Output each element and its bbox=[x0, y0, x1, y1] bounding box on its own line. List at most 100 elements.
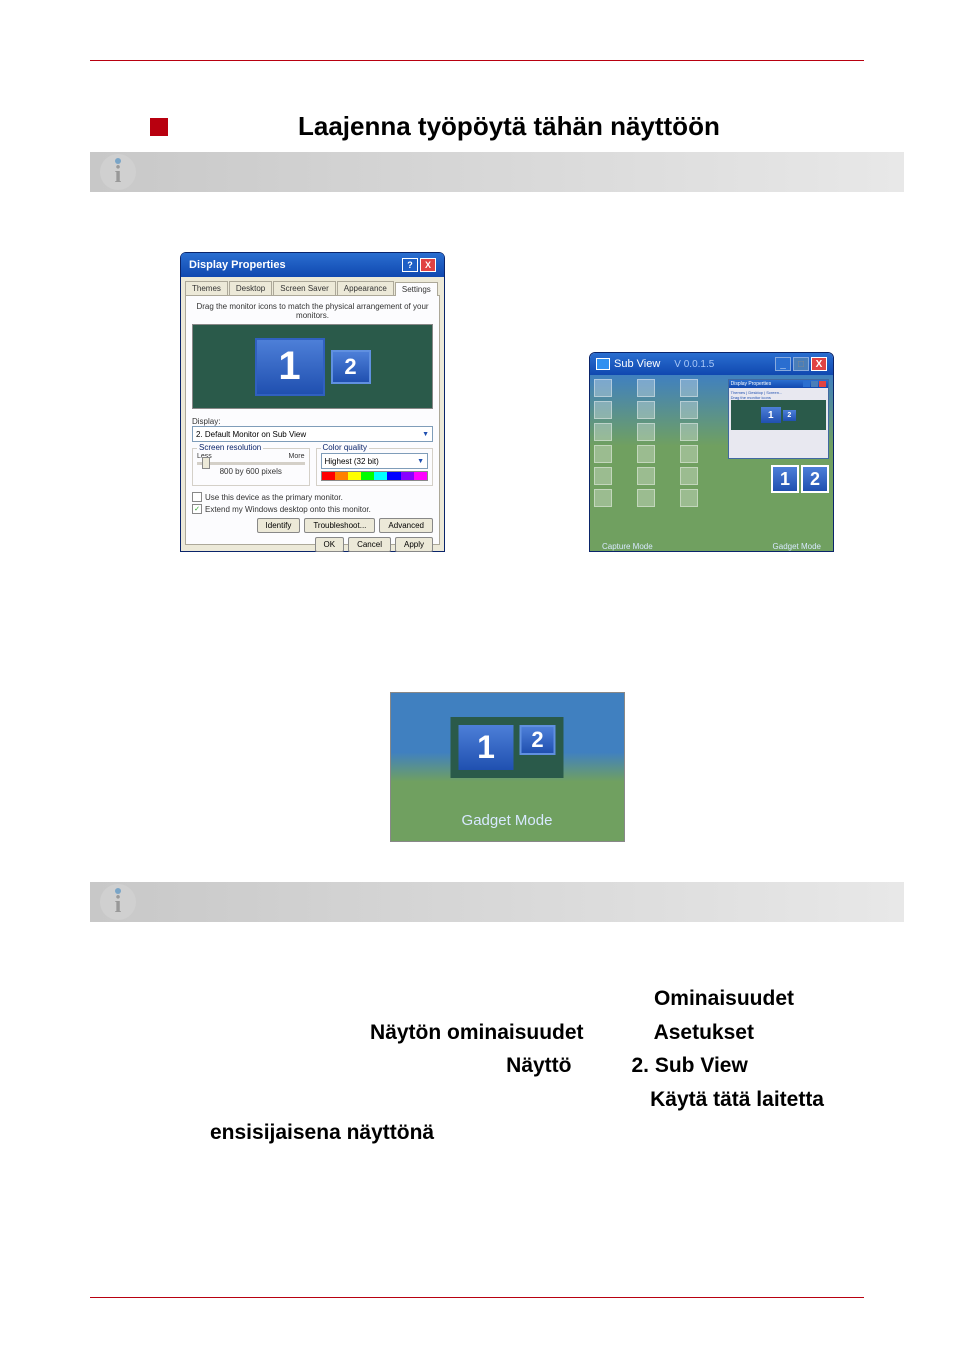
subview-title: Sub View bbox=[614, 358, 660, 370]
result-monitor-1: 1 bbox=[771, 465, 799, 493]
apply-button[interactable]: Apply bbox=[395, 537, 433, 552]
tab-appearance[interactable]: Appearance bbox=[337, 281, 394, 295]
info-icon: i bbox=[100, 154, 136, 190]
subview-version: V 0.0.1.5 bbox=[674, 359, 714, 370]
resolution-slider[interactable] bbox=[197, 462, 305, 465]
color-gradient-bar bbox=[321, 471, 429, 481]
desktop-item-icon[interactable] bbox=[680, 445, 698, 463]
resolution-group-label: Screen resolution bbox=[197, 443, 263, 452]
gadget-mode-caption: Gadget Mode bbox=[391, 812, 624, 829]
word-subview: 2. Sub View bbox=[632, 1049, 748, 1083]
gadget-mode-label: Gadget Mode bbox=[773, 542, 821, 551]
section-title: Laajenna työpöytä tähän näyttöön bbox=[298, 111, 720, 142]
monitor-arrangement[interactable]: 1 2 bbox=[192, 324, 433, 409]
tab-desktop[interactable]: Desktop bbox=[229, 281, 272, 295]
ok-button[interactable]: OK bbox=[315, 537, 345, 552]
info-bar-1: i bbox=[90, 152, 904, 192]
gadget-monitor-1: 1 bbox=[459, 725, 514, 770]
desktop-item-icon[interactable] bbox=[637, 379, 655, 397]
mini-title: Display Properties bbox=[731, 381, 772, 387]
screen-resolution-group: Screen resolution Less More 800 by 600 p… bbox=[192, 448, 310, 486]
mini-titlebar: Display Properties bbox=[729, 380, 828, 388]
display-select[interactable]: 2. Default Monitor on Sub View ▼ bbox=[192, 426, 433, 442]
word-ominaisuudet: Ominaisuudet bbox=[654, 982, 794, 1016]
word-kayta: Käytä tätä laitetta bbox=[650, 1083, 824, 1117]
display-properties-window: Display Properties ? X Themes Desktop Sc… bbox=[180, 252, 445, 552]
desktop-item-icon[interactable] bbox=[637, 467, 655, 485]
drag-instruction: Drag the monitor icons to match the phys… bbox=[192, 302, 433, 320]
troubleshoot-button[interactable]: Troubleshoot... bbox=[304, 518, 375, 533]
identify-button[interactable]: Identify bbox=[257, 518, 301, 533]
instructions-text: Ominaisuudet Näytön ominaisuudet Asetuks… bbox=[150, 982, 864, 1150]
settings-panel: Drag the monitor icons to match the phys… bbox=[185, 295, 440, 545]
extend-desktop-checkbox-row[interactable]: ✓ Extend my Windows desktop onto this mo… bbox=[192, 504, 433, 514]
info-icon: i bbox=[100, 884, 136, 920]
screenshots-row: Display Properties ? X Themes Desktop Sc… bbox=[150, 252, 864, 552]
color-group-label: Color quality bbox=[321, 443, 369, 452]
desktop-item-icon[interactable] bbox=[594, 401, 612, 419]
display-selected-value: 2. Default Monitor on Sub View bbox=[196, 430, 306, 439]
subview-window: Sub View V 0.0.1.5 _ □ X bbox=[589, 352, 834, 552]
advanced-button[interactable]: Advanced bbox=[379, 518, 433, 533]
res-more-label: More bbox=[289, 453, 305, 460]
help-button[interactable]: ? bbox=[402, 258, 418, 272]
bottom-divider bbox=[90, 1297, 864, 1298]
minimize-button[interactable]: _ bbox=[775, 357, 791, 371]
gadget-monitor-2: 2 bbox=[520, 725, 556, 755]
result-monitors: 1 2 bbox=[728, 465, 829, 493]
desktop-item-icon[interactable] bbox=[680, 379, 698, 397]
color-quality-select[interactable]: Highest (32 bit) ▼ bbox=[321, 453, 429, 469]
subview-mode-labels: Capture Mode Gadget Mode bbox=[590, 542, 833, 551]
info-bar-2: i bbox=[90, 882, 904, 922]
section-header: Laajenna työpöytä tähän näyttöön bbox=[150, 111, 864, 142]
desktop-icons-area bbox=[590, 375, 724, 552]
subview-titlebar[interactable]: Sub View V 0.0.1.5 _ □ X bbox=[590, 353, 833, 375]
word-asetukset: Asetukset bbox=[654, 1016, 754, 1050]
mini-display-props: Display Properties Themes | Desktop | Sc… bbox=[728, 379, 829, 459]
desktop-item-icon[interactable] bbox=[594, 445, 612, 463]
checkbox-primary[interactable] bbox=[192, 492, 202, 502]
tab-screensaver[interactable]: Screen Saver bbox=[273, 281, 335, 295]
capture-mode-label: Capture Mode bbox=[602, 542, 653, 551]
slider-thumb[interactable] bbox=[202, 457, 210, 469]
subview-app-icon bbox=[596, 358, 610, 370]
desktop-item-icon[interactable] bbox=[594, 467, 612, 485]
display-properties-titlebar[interactable]: Display Properties ? X bbox=[181, 253, 444, 277]
desktop-item-icon[interactable] bbox=[680, 489, 698, 507]
result-monitor-2: 2 bbox=[801, 465, 829, 493]
desktop-item-icon[interactable] bbox=[637, 445, 655, 463]
desktop-item-icon[interactable] bbox=[594, 489, 612, 507]
primary-monitor-label: Use this device as the primary monitor. bbox=[205, 493, 343, 502]
monitor-2-icon[interactable]: 2 bbox=[331, 350, 371, 384]
checkbox-extend[interactable]: ✓ bbox=[192, 504, 202, 514]
primary-monitor-checkbox-row[interactable]: Use this device as the primary monitor. bbox=[192, 492, 433, 502]
close-button[interactable]: X bbox=[811, 357, 827, 371]
cancel-button[interactable]: Cancel bbox=[348, 537, 391, 552]
chevron-down-icon: ▼ bbox=[422, 431, 429, 438]
desktop-item-icon[interactable] bbox=[637, 423, 655, 441]
mini-monitor-1: 1 bbox=[761, 407, 781, 423]
desktop-item-icon[interactable] bbox=[637, 401, 655, 419]
desktop-item-icon[interactable] bbox=[680, 423, 698, 441]
desktop-item-icon[interactable] bbox=[680, 467, 698, 485]
desktop-item-icon[interactable] bbox=[594, 379, 612, 397]
display-properties-title: Display Properties bbox=[189, 259, 286, 271]
desktop-item-icon[interactable] bbox=[594, 423, 612, 441]
color-quality-value: Highest (32 bit) bbox=[325, 457, 379, 466]
resolution-value: 800 by 600 pixels bbox=[197, 467, 305, 476]
mini-close-icon bbox=[819, 381, 826, 387]
gadget-monitors: 1 2 bbox=[451, 717, 564, 778]
desktop-item-icon[interactable] bbox=[637, 489, 655, 507]
tab-themes[interactable]: Themes bbox=[185, 281, 228, 295]
tab-settings[interactable]: Settings bbox=[395, 282, 438, 296]
mini-max-icon bbox=[811, 381, 818, 387]
color-quality-group: Color quality Highest (32 bit) ▼ bbox=[316, 448, 434, 486]
close-button[interactable]: X bbox=[420, 258, 436, 272]
chevron-down-icon: ▼ bbox=[417, 458, 424, 465]
display-label: Display: bbox=[192, 417, 433, 426]
maximize-button[interactable]: □ bbox=[793, 357, 809, 371]
monitor-1-icon[interactable]: 1 bbox=[255, 338, 325, 396]
desktop-item-icon[interactable] bbox=[680, 401, 698, 419]
word-naytto: Näyttö bbox=[506, 1049, 571, 1083]
subview-body: Display Properties Themes | Desktop | Sc… bbox=[590, 375, 833, 552]
